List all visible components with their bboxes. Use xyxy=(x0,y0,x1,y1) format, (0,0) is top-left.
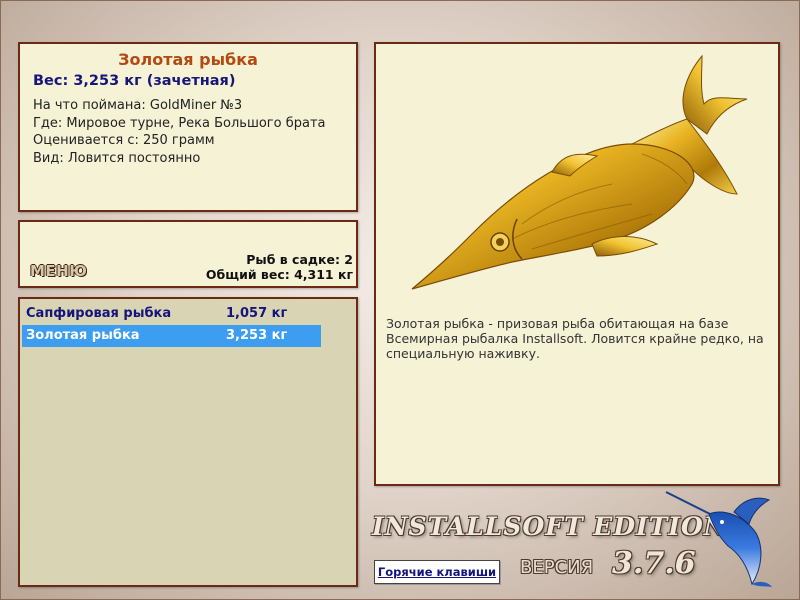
version-label: ВЕРСИЯ xyxy=(520,557,594,578)
menu-button[interactable]: МЕНЮ xyxy=(30,262,87,280)
list-item[interactable]: Сапфировая рыбка 1,057 кг xyxy=(22,303,321,325)
fish-picture-panel: Золотая рыбка - призовая рыба обитающая … xyxy=(374,42,780,486)
catch-location: Где: Мировое турне, Река Большого брата xyxy=(33,115,326,131)
fish-count: Рыб в садке: 2 xyxy=(246,252,353,267)
hotkeys-button[interactable]: Горячие клавиши xyxy=(374,560,500,584)
fish-weight: Вес: 3,253 кг (зачетная) xyxy=(33,73,236,89)
keepnet-stats: Рыб в садке: 2 Общий вес: 4,311 кг xyxy=(206,252,353,282)
fish-name-title: Золотая рыбка xyxy=(118,50,258,69)
list-item-selected[interactable]: Золотая рыбка 3,253 кг xyxy=(22,325,321,347)
rating-threshold: Оценивается с: 250 грамм xyxy=(33,133,215,148)
marlin-icon xyxy=(665,491,772,587)
catch-list: Сапфировая рыбка 1,057 кг Золотая рыбка … xyxy=(18,297,358,587)
list-item-weight: 1,057 кг xyxy=(226,306,288,321)
total-weight: Общий вес: 4,311 кг xyxy=(205,267,353,282)
fish-info-panel: Золотая рыбка Вес: 3,253 кг (зачетная) Н… xyxy=(18,42,358,212)
menu-panel: МЕНЮ Рыб в садке: 2 Общий вес: 4,311 кг xyxy=(18,220,358,288)
caught-with: На что поймана: GoldMiner №3 xyxy=(33,98,243,113)
list-item-name: Золотая рыбка xyxy=(26,328,140,343)
fish-type: Вид: Ловится постоянно xyxy=(33,150,201,166)
list-item-name: Сапфировая рыбка xyxy=(26,306,172,321)
fish-description: Золотая рыбка - призовая рыба обитающая … xyxy=(386,316,764,361)
list-item-weight: 3,253 кг xyxy=(226,328,288,343)
golden-fish-icon xyxy=(411,54,748,290)
